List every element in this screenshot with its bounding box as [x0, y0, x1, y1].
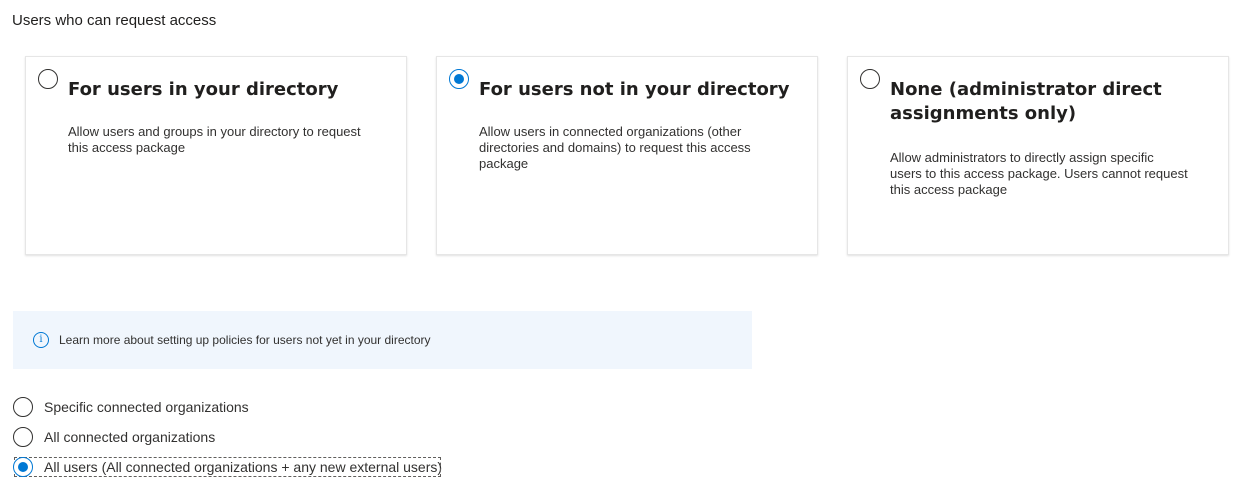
radio-all-connected-orgs[interactable]	[13, 427, 33, 447]
section-title: Users who can request access	[12, 12, 217, 29]
radio-users-not-in-directory[interactable]	[449, 69, 469, 89]
card-description: Allow administrators to directly assign …	[890, 150, 1188, 197]
option-all-users[interactable]: All users (All connected organizations +…	[11, 454, 444, 480]
option-label: All connected organizations	[44, 429, 216, 445]
radio-specific-connected-orgs[interactable]	[13, 397, 33, 417]
external-users-options: Specific connected organizations All con…	[13, 392, 444, 480]
card-description: Allow users and groups in your directory…	[68, 124, 361, 155]
option-specific-connected-orgs[interactable]: Specific connected organizations	[13, 392, 444, 422]
card-title: None (administrator direct assignments o…	[890, 79, 1162, 124]
card-users-in-directory[interactable]: For users in your directory Allow users …	[25, 56, 407, 255]
request-scope-cards: For users in your directory Allow users …	[25, 56, 1229, 255]
info-banner: i Learn more about setting up policies f…	[13, 311, 752, 369]
radio-none-admin-only[interactable]	[860, 69, 880, 89]
card-title: For users not in your directory	[479, 79, 790, 100]
radio-users-in-directory[interactable]	[38, 69, 58, 89]
info-text[interactable]: Learn more about setting up policies for…	[59, 333, 431, 347]
card-users-not-in-directory[interactable]: For users not in your directory Allow us…	[436, 56, 818, 255]
card-none-admin-only[interactable]: None (administrator direct assignments o…	[847, 56, 1229, 255]
option-all-connected-orgs[interactable]: All connected organizations	[13, 422, 444, 452]
option-label: All users (All connected organizations +…	[44, 459, 443, 475]
card-title: For users in your directory	[68, 79, 339, 100]
option-label: Specific connected organizations	[44, 399, 249, 415]
info-icon: i	[33, 332, 49, 348]
card-description: Allow users in connected organizations (…	[479, 124, 751, 171]
radio-all-users[interactable]	[13, 457, 33, 477]
